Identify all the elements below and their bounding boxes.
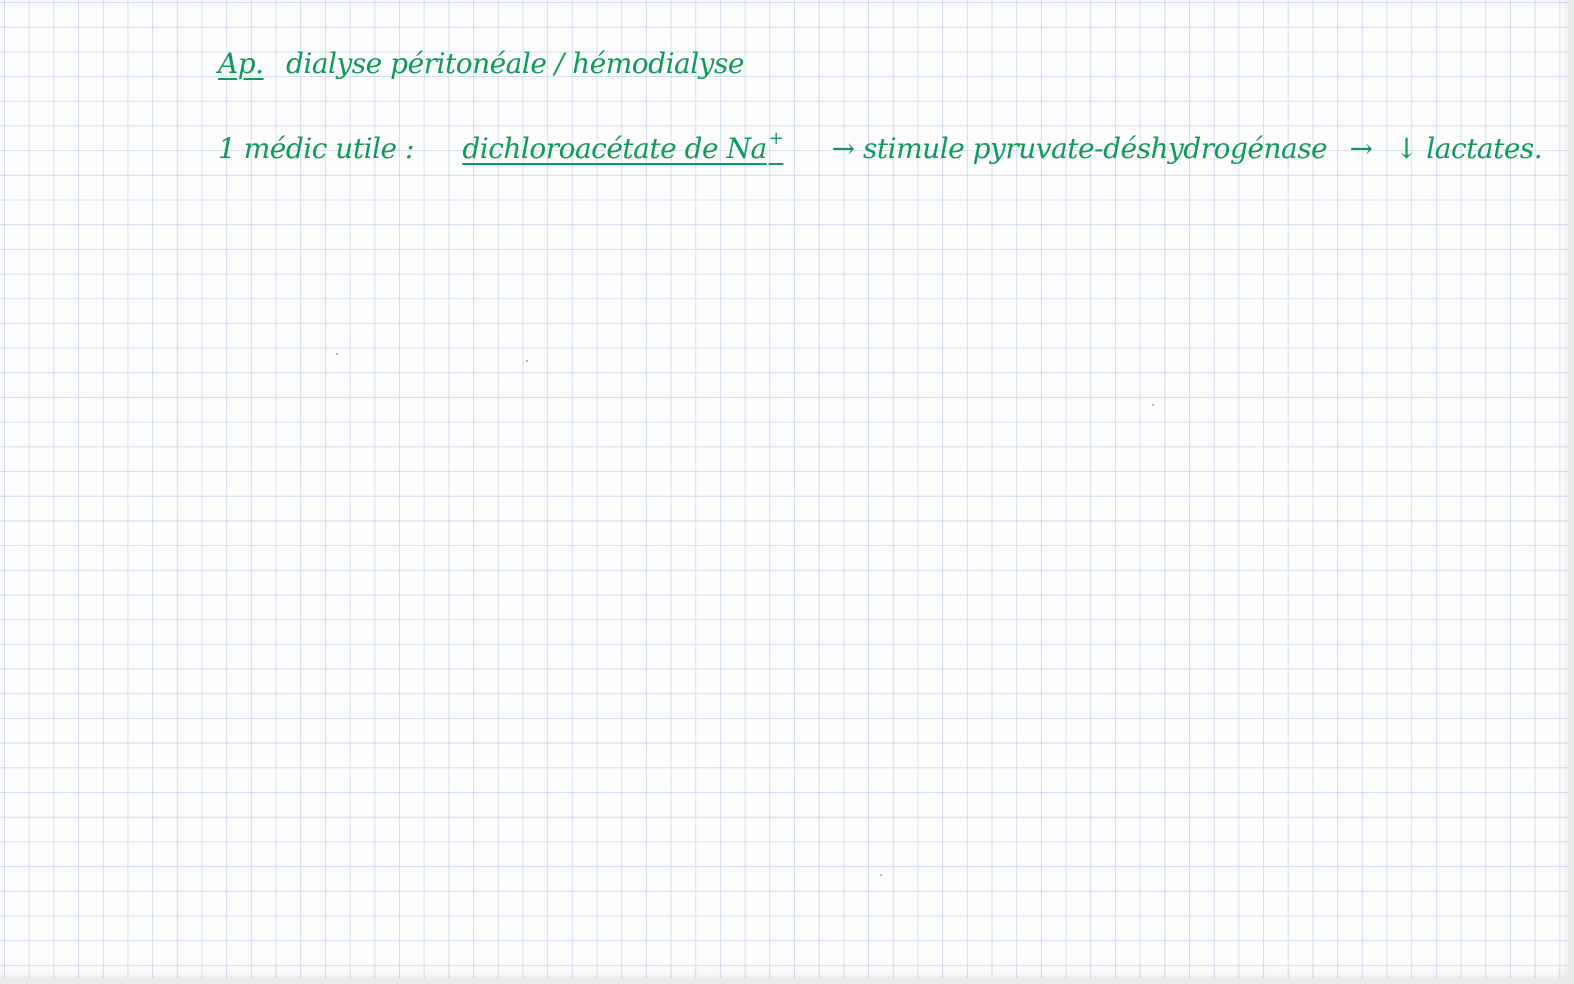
paper-speck	[336, 353, 338, 355]
note-line-2: 1 médic utile : dichloroacétate de Na + →…	[218, 130, 1543, 165]
grid-paper-card: Ap. dialyse péritonéale / hémodialyse 1 …	[0, 0, 1568, 978]
result-text: lactates.	[1426, 132, 1543, 165]
dialysis-text: dialyse péritonéale / hémodialyse	[285, 47, 744, 80]
arrow-down-icon: ↓	[1394, 132, 1418, 165]
arrow-right-icon: →	[1349, 132, 1373, 165]
drug-charge: +	[768, 128, 784, 149]
drug-name-text: dichloroacétate de Na	[462, 132, 767, 165]
drug-name: dichloroacétate de Na +	[462, 130, 783, 163]
paper-speck	[526, 360, 528, 362]
note-line-1: Ap. dialyse péritonéale / hémodialyse	[218, 50, 744, 78]
effect-text: stimule pyruvate-déshydrogénase	[863, 132, 1328, 165]
useful-drug-prefix: 1 médic utile :	[218, 132, 414, 165]
abbreviation: Ap.	[218, 47, 264, 80]
paper-speck	[1152, 404, 1154, 406]
paper-speck	[880, 874, 882, 876]
arrow-right-icon: →	[831, 132, 855, 165]
